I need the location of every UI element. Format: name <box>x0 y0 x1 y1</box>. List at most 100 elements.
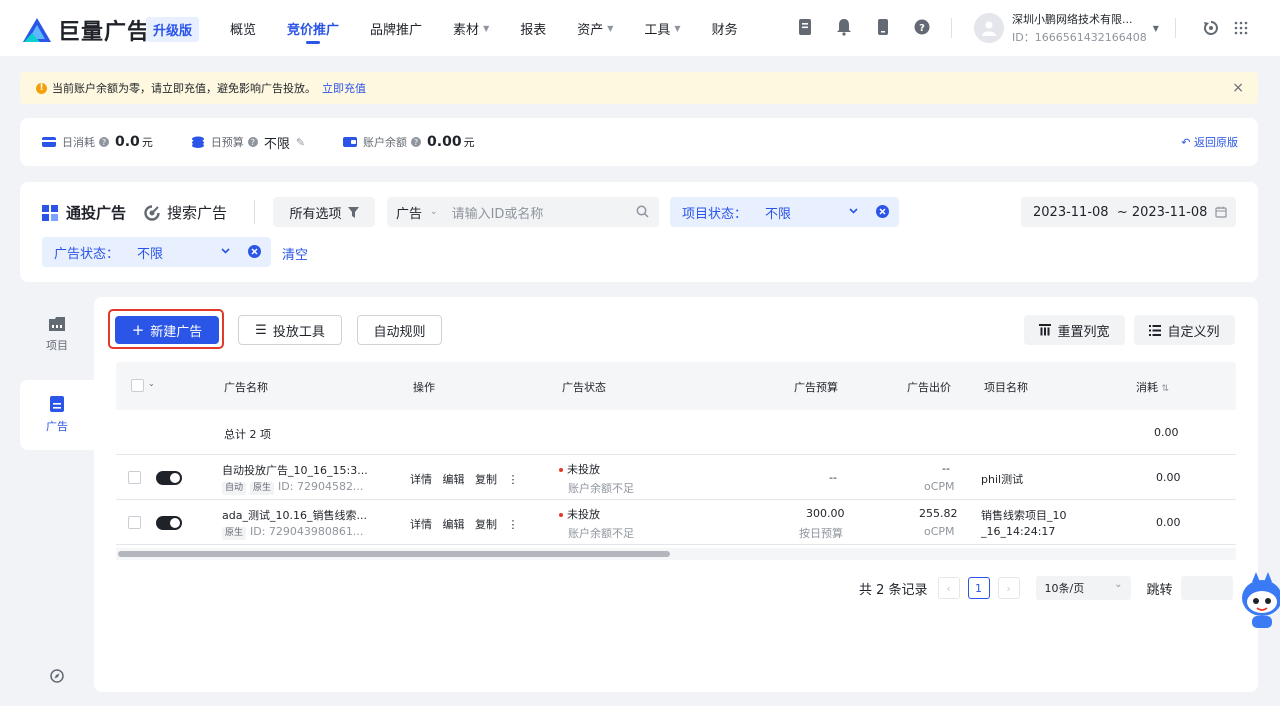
edit-link[interactable]: 编辑 <box>443 518 465 531</box>
nav-item-material[interactable]: 素材 ▼ <box>453 0 489 56</box>
help-icon[interactable]: ? <box>99 137 109 147</box>
ad-status-cell: 未投放 <box>559 461 600 477</box>
currency-unit: 元 <box>141 136 153 149</box>
row-checkbox[interactable] <box>128 471 141 484</box>
document-icon[interactable] <box>795 17 815 37</box>
more-dots-icon[interactable]: ⋮ <box>508 473 519 486</box>
account-switcher[interactable]: 深圳小鹏网络技术有限... ID：1666561432166408 ▼ <box>974 11 1159 45</box>
next-page-button[interactable]: › <box>997 577 1020 599</box>
row-checkbox[interactable] <box>128 516 141 529</box>
rail-item-ad[interactable]: 广告 <box>20 380 94 450</box>
filter-label: 广告状态： <box>54 246 120 262</box>
caret-down-icon: ▼ <box>607 23 614 33</box>
apps-grid-icon[interactable] <box>1226 14 1256 42</box>
rail-item-project[interactable]: 项目 <box>20 300 94 370</box>
bell-icon[interactable] <box>834 17 854 37</box>
phone-icon[interactable] <box>873 17 893 37</box>
upgrade-badge[interactable]: 升级版 <box>146 17 200 42</box>
nav-item-overview[interactable]: 概览 <box>230 0 256 56</box>
refresh-icon[interactable] <box>1196 14 1226 42</box>
nav-item-brand[interactable]: 品牌推广 <box>370 0 422 56</box>
folder-icon <box>49 317 65 331</box>
ad-status-filter[interactable]: 广告状态： 不限 <box>42 237 271 267</box>
ad-name-link[interactable]: ada_测试_10.16_销售线索... <box>222 507 367 523</box>
clear-circle-icon[interactable] <box>876 205 889 218</box>
total-records: 共 2 条记录 <box>859 582 928 598</box>
page-number-current[interactable]: 1 <box>967 577 990 599</box>
chevron-down-icon[interactable]: ⌄ <box>148 379 155 388</box>
edit-pencil-icon[interactable]: ✎ <box>296 136 305 149</box>
col-status: 广告状态 <box>562 381 606 394</box>
reset-column-width-button[interactable]: 重置列宽 <box>1024 315 1125 345</box>
help-icon[interactable]: ? <box>912 17 932 37</box>
ad-meta: 原生 ID: 729043980861... <box>222 525 363 540</box>
col-ops: 操作 <box>413 381 435 394</box>
nav-item-bidding[interactable]: 竞价推广 <box>287 0 339 56</box>
new-ad-button[interactable]: + 新建广告 <box>115 316 219 344</box>
total-label: 总计 2 项 <box>224 428 271 441</box>
horizontal-scrollbar[interactable] <box>116 548 1236 560</box>
status-toggle[interactable] <box>156 516 182 530</box>
bid-type: oCPM <box>924 480 955 493</box>
daily-budget-value: 不限 <box>263 136 290 152</box>
nav-item-report[interactable]: 报表 <box>520 0 546 56</box>
nav-item-assets[interactable]: 资产 ▼ <box>577 0 613 56</box>
nav-item-finance[interactable]: 财务 <box>712 0 738 56</box>
button-label: 重置列宽 <box>1057 324 1110 340</box>
date-range-picker[interactable]: 2023-11-08 ~ 2023-11-08 <box>1021 197 1236 227</box>
currency-unit: 元 <box>463 136 475 149</box>
clear-filters-link[interactable]: 清空 <box>282 244 308 263</box>
project-status-filter[interactable]: 项目状态： 不限 <box>670 197 899 227</box>
nav-item-tools[interactable]: 工具 ▼ <box>644 0 680 56</box>
undo-icon: ↶ <box>1181 136 1191 149</box>
tab-search-ads[interactable]: 搜索广告 <box>144 202 227 223</box>
back-to-classic-link[interactable]: ↶ 返回原版 <box>1181 134 1238 150</box>
divider <box>951 18 952 38</box>
detail-link[interactable]: 详情 <box>410 473 432 486</box>
compass-icon[interactable] <box>50 669 64 683</box>
jump-page-input[interactable] <box>1180 576 1233 600</box>
all-options-label: 所有选项 <box>289 206 342 222</box>
project-name-link[interactable]: 销售线索项目_10 <box>981 507 1067 523</box>
edit-link[interactable]: 编辑 <box>443 473 465 486</box>
nav-label: 财务 <box>711 22 738 38</box>
help-icon[interactable]: ? <box>411 137 422 147</box>
level-rail: 项目 广告 <box>20 300 94 450</box>
page-size-select[interactable]: 10条/页 ⌄ <box>1035 576 1131 600</box>
delivery-tools-button[interactable]: ☰ 投放工具 <box>238 315 342 345</box>
nav-label: 概览 <box>230 22 257 38</box>
copy-link[interactable]: 复制 <box>475 518 497 531</box>
ad-meta: 自动 原生 ID: 72904582... <box>222 480 363 495</box>
project-name-link[interactable]: phil测试 <box>981 471 1023 487</box>
copy-link[interactable]: 复制 <box>475 473 497 486</box>
date-range-value: 2023-11-08 ~ 2023-11-08 <box>1033 204 1208 220</box>
search-icon[interactable] <box>636 205 649 218</box>
select-all-checkbox[interactable] <box>131 379 144 392</box>
ops-cell: 详情 编辑 复制 ⋮ <box>410 471 519 487</box>
tab-tongtou-ads[interactable]: 通投广告 <box>42 202 126 223</box>
recharge-link[interactable]: 立即充值 <box>322 80 366 96</box>
brand-logo[interactable]: 巨量广告 <box>22 14 150 46</box>
budget-type: 按日预算 <box>799 527 843 540</box>
nav-label: 工具 <box>644 22 671 38</box>
all-options-button[interactable]: 所有选项 <box>273 197 375 227</box>
custom-columns-button[interactable]: 自定义列 <box>1134 315 1235 345</box>
prev-page-button[interactable]: ‹ <box>937 577 960 599</box>
scrollbar-thumb[interactable] <box>118 551 670 557</box>
col-spend[interactable]: 消耗 ⇅ <box>1136 379 1169 395</box>
ad-name-link[interactable]: 自动投放广告_10_16_15:3... <box>222 462 368 478</box>
ad-search-input[interactable]: 广告 ⌄ 请输入ID或名称 <box>387 197 659 227</box>
assistant-mascot-icon[interactable] <box>1238 568 1280 632</box>
more-dots-icon[interactable]: ⋮ <box>508 518 519 531</box>
clear-circle-icon[interactable] <box>248 245 261 258</box>
rail-label: 项目 <box>46 339 68 352</box>
auto-rules-button[interactable]: 自动规则 <box>357 315 442 345</box>
search-scope-select[interactable]: 广告 <box>396 203 422 222</box>
status-toggle[interactable] <box>156 471 182 485</box>
top-icon-group: ? <box>795 17 932 37</box>
detail-link[interactable]: 详情 <box>410 518 432 531</box>
help-icon[interactable]: ? <box>247 137 258 147</box>
balance-notice: ! 当前账户余额为零，请立即充值，避免影响广告投放。 立即充值 × <box>20 72 1258 104</box>
close-icon[interactable]: × <box>1232 80 1244 96</box>
budget-value: 300.00 <box>806 507 845 520</box>
